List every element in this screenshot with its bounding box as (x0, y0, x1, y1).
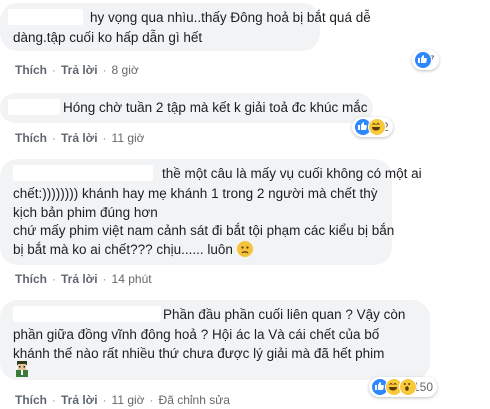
redacted-author-name (8, 99, 60, 115)
like-link[interactable]: Thích (15, 393, 47, 407)
separator-dot: · (52, 272, 56, 286)
separator-dot: · (52, 131, 56, 145)
reply-link[interactable]: Trả lời (61, 272, 98, 286)
reply-link[interactable]: Trả lời (61, 131, 98, 145)
laugh-icon (368, 118, 386, 136)
separator-dot: · (102, 63, 107, 77)
comment-bubble: Phần đầu phần cuối liên quan ? Vậy còn p… (0, 300, 430, 380)
separator-dot: · (102, 131, 107, 145)
comment-actions: Thích · Trả lời · 11 giờ (15, 131, 145, 145)
like-link[interactable]: Thích (15, 131, 47, 145)
comment-bubble: thề một câu là mấy vụ cuối không có một … (0, 159, 422, 265)
separator-dot: · (52, 63, 56, 77)
comment-text-line: Hóng chờ tuần 2 tập mà kết k giải toả đc… (63, 100, 368, 115)
timestamp[interactable]: 8 giờ (112, 63, 139, 77)
comment-text-line: dàng.tập cuối ko hấp dẫn gì hết (13, 30, 203, 45)
reply-link[interactable]: Trả lời (61, 393, 98, 407)
comment-text-line: bị bắt mà ko ai chết??? chịu...... luôn (13, 241, 253, 259)
comment-text-line: hy vọng qua nhìu..thấy Đông hoả bị bắt q… (90, 10, 371, 25)
reaction-summary[interactable]: 7 (412, 50, 439, 70)
separator-dot: · (102, 393, 107, 407)
comment-text-line: phần giữa đồng vĩnh đông hoả ? Hội ác la… (13, 327, 380, 342)
reaction-summary[interactable]: 150 (369, 377, 438, 397)
redacted-author-name (13, 306, 161, 322)
wow-icon (399, 378, 417, 396)
comment-actions: Thích · Trả lời · 14 phút (15, 272, 152, 286)
person-sticker-icon (16, 361, 28, 377)
sad-face-emoji-icon (236, 241, 253, 257)
comment-bubble: Hóng chờ tuần 2 tập mà kết k giải toả đc… (0, 93, 373, 123)
comment-text-line: thề một câu là mấy vụ cuối không có một … (162, 166, 422, 181)
separator-dot: · (52, 393, 56, 407)
separator-dot: · (149, 393, 154, 407)
comment-text-line: chết:)))))))) khánh hay mẹ khánh 1 trong… (13, 186, 378, 201)
comment-actions: Thích · Trả lời · 11 giờ · Đã chỉnh sửa (15, 393, 230, 407)
timestamp[interactable]: 14 phút (112, 272, 152, 286)
reply-link[interactable]: Trả lời (61, 63, 98, 77)
redacted-author-name (13, 165, 153, 181)
comment-text-line: kịch bản phim đúng hơn (13, 205, 158, 220)
like-link[interactable]: Thích (15, 272, 47, 286)
edited-link[interactable]: Đã chỉnh sửa (159, 393, 230, 407)
separator-dot: · (102, 272, 107, 286)
comment-text-line: Phần đầu phần cuối liên quan ? Vậy còn (163, 307, 406, 322)
like-link[interactable]: Thích (15, 63, 47, 77)
like-icon (414, 51, 432, 69)
comment-text: bị bắt mà ko ai chết??? chịu...... luôn (13, 242, 233, 257)
timestamp[interactable]: 11 giờ (112, 131, 145, 145)
comment-text-line: khánh thế nào rất nhiều thứ chưa được lý… (13, 346, 385, 361)
comment-actions: Thích · Trả lời · 8 giờ (15, 63, 139, 77)
comment-bubble: hy vọng qua nhìu..thấy Đông hoả bị bắt q… (0, 3, 371, 51)
comment-text-line: chứ mấy phim việt nam cảnh sát đi bắt tộ… (13, 223, 395, 238)
reaction-summary[interactable]: 2 (352, 117, 393, 137)
timestamp[interactable]: 11 giờ (112, 393, 145, 407)
redacted-author-name (8, 9, 83, 25)
